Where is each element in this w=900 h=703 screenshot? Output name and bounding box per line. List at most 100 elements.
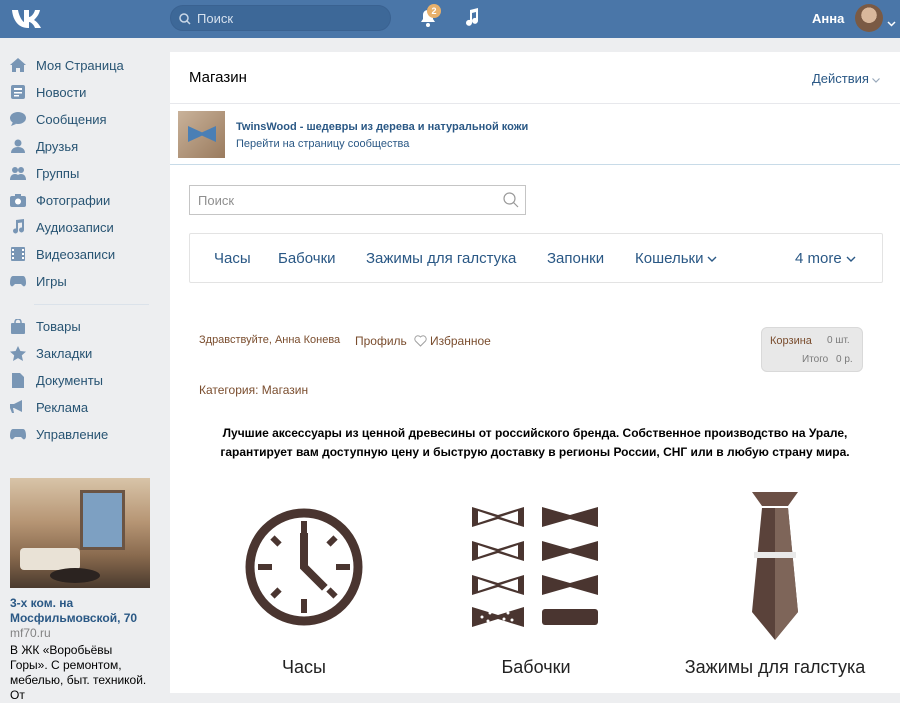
sidebar-divider	[34, 304, 149, 305]
home-icon	[10, 57, 26, 73]
sidebar-item-label: Видеозаписи	[36, 246, 116, 262]
sidebar-item-ads[interactable]: Реклама	[10, 396, 155, 418]
sidebar-item-photos[interactable]: Фотографии	[10, 189, 155, 211]
star-icon	[10, 345, 26, 361]
product-card-tie-clips[interactable]: Зажимы для галстука	[675, 487, 875, 687]
page-header: Магазин Действия	[170, 52, 900, 104]
category-menu: Часы Бабочки Зажимы для галстука Запонки…	[189, 233, 883, 283]
bag-icon	[10, 318, 26, 334]
gamepad-icon	[10, 273, 26, 289]
notification-badge: 2	[427, 4, 441, 18]
actions-label: Действия	[812, 71, 869, 86]
friends-icon	[10, 138, 26, 154]
top-bar: Поиск 2 Анна	[0, 0, 900, 38]
messages-icon	[10, 111, 26, 127]
sidebar-item-management[interactable]: Управление	[10, 423, 155, 445]
chevron-down-icon[interactable]	[887, 14, 896, 32]
category-wallets[interactable]: Кошельки	[635, 250, 717, 267]
vk-logo-icon[interactable]	[10, 6, 46, 32]
sidebar-item-label: Сообщения	[36, 111, 107, 127]
sidebar-item-label: Аудиозаписи	[36, 219, 114, 235]
search-placeholder: Поиск	[197, 11, 234, 26]
sidebar-item-news[interactable]: Новости	[10, 81, 155, 103]
sidebar-item-audio[interactable]: Аудиозаписи	[10, 216, 155, 238]
sidebar-item-friends[interactable]: Друзья	[10, 135, 155, 157]
more-label: 4 more	[795, 250, 842, 267]
product-card-bowties[interactable]: Бабочки	[436, 487, 636, 687]
cart-total-value: 0 р.	[836, 354, 853, 365]
cart-total-label: Итого	[802, 354, 829, 365]
cart-count: 0 шт.	[827, 335, 850, 346]
main-panel: Магазин Действия TwinsWood - шедевры из …	[170, 52, 900, 693]
cart-label: Корзина	[770, 335, 812, 347]
ad-text: В ЖК «Воробьёвы Горы». С ремонтом, мебел…	[10, 643, 147, 702]
sidebar-item-label: Фотографии	[36, 192, 111, 208]
sidebar-item-games[interactable]: Игры	[10, 270, 155, 292]
sidebar-item-goods[interactable]: Товары	[10, 315, 155, 337]
ad-image[interactable]	[10, 478, 150, 588]
favorites-link[interactable]: Избранное	[414, 334, 491, 348]
sidebar-item-my-page[interactable]: Моя Страница	[10, 54, 155, 76]
user-name[interactable]: Анна	[812, 11, 844, 26]
bowties-icon	[436, 487, 636, 647]
community-name[interactable]: TwinsWood - шедевры из дерева и натураль…	[236, 121, 528, 133]
camera-icon	[10, 192, 26, 208]
shop-description: Лучшие аксессуары из ценной древесины от…	[220, 426, 850, 459]
chevron-down-icon	[846, 256, 856, 263]
chevron-down-icon	[872, 78, 880, 83]
music-icon	[10, 219, 26, 235]
heart-icon	[414, 335, 427, 347]
sidebar-item-label: Новости	[36, 84, 87, 100]
product-label: Зажимы для галстука	[684, 657, 866, 677]
category-watches[interactable]: Часы	[214, 250, 251, 267]
sidebar-item-label: Друзья	[36, 138, 79, 154]
category-link[interactable]: Магазин	[262, 383, 308, 397]
ad-domain: mf70.ru	[10, 626, 51, 640]
sidebar-item-video[interactable]: Видеозаписи	[10, 243, 155, 265]
video-icon	[10, 246, 26, 262]
sidebar-item-label: Товары	[36, 318, 81, 334]
groups-icon	[10, 165, 26, 181]
category-bowties[interactable]: Бабочки	[278, 250, 336, 267]
sidebar-item-label: Моя Страница	[36, 57, 124, 73]
gamepad-icon	[10, 426, 26, 442]
sidebar: Моя Страница Новости Сообщения Друзья Гр…	[0, 38, 165, 702]
sidebar-item-label: Закладки	[36, 345, 93, 361]
product-card-watches[interactable]: Часы	[204, 487, 404, 687]
tie-icon	[675, 487, 875, 647]
sidebar-item-groups[interactable]: Группы	[10, 162, 155, 184]
sidebar-item-label: Игры	[36, 273, 67, 289]
sidebar-item-label: Группы	[36, 165, 80, 181]
category-tie-clips[interactable]: Зажимы для галстука	[366, 250, 516, 267]
megaphone-icon	[10, 399, 26, 415]
product-label: Бабочки	[501, 657, 571, 677]
sidebar-item-label: Реклама	[36, 399, 89, 415]
sidebar-item-messages[interactable]: Сообщения	[10, 108, 155, 130]
sidebar-ad[interactable]: 3-х ком. на Мосфильмовской, 70 mf70.ru В…	[10, 478, 150, 703]
greeting[interactable]: Здравствуйте, Анна Конева	[199, 334, 340, 346]
sidebar-item-label: Управление	[36, 426, 109, 442]
sidebar-item-bookmarks[interactable]: Закладки	[10, 342, 155, 364]
cart-widget[interactable]: Корзина 0 шт. Итого 0 р.	[761, 327, 863, 372]
favorites-label: Избранное	[430, 334, 491, 348]
actions-dropdown[interactable]: Действия	[812, 71, 880, 86]
search-icon[interactable]	[503, 192, 519, 213]
category-prefix: Категория:	[199, 383, 259, 397]
music-icon[interactable]	[464, 8, 480, 33]
profile-link[interactable]: Профиль	[355, 334, 407, 348]
global-search-input[interactable]: Поиск	[170, 5, 391, 31]
community-banner: TwinsWood - шедевры из дерева и натураль…	[170, 105, 900, 165]
ad-title[interactable]: 3-х ком. на Мосфильмовской, 70	[10, 596, 150, 626]
category-cufflinks[interactable]: Запонки	[547, 250, 604, 267]
chevron-down-icon	[707, 256, 717, 263]
more-categories-button[interactable]: 4 more	[795, 250, 856, 267]
community-link[interactable]: Перейти на страницу сообщества	[236, 138, 409, 150]
community-thumbnail[interactable]	[178, 111, 225, 158]
shop-search	[189, 185, 526, 215]
category-wallets-label: Кошельки	[635, 250, 704, 267]
shop-search-input[interactable]	[190, 186, 490, 214]
avatar[interactable]	[855, 4, 883, 32]
sidebar-item-documents[interactable]: Документы	[10, 369, 155, 391]
search-icon	[179, 12, 191, 30]
page-title: Магазин	[189, 69, 247, 86]
